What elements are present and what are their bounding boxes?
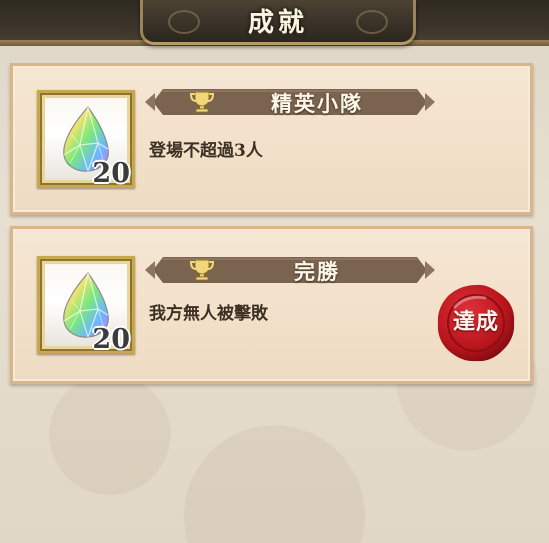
page-title: 成就 [247, 8, 308, 38]
achievement-card[interactable]: 20 精英小隊 登場不超過3人 [10, 63, 533, 215]
reward-item-frame[interactable]: 20 [37, 256, 135, 355]
achievement-name: 完勝 [294, 259, 340, 284]
reward-quantity: 20 [92, 324, 130, 355]
reward-item-frame[interactable]: 20 [37, 90, 135, 189]
achievement-title-ribbon: 精英小隊 [145, 87, 435, 117]
trophy-icon [189, 91, 215, 113]
achievement-description: 我方無人被擊敗 [149, 304, 268, 324]
completed-status-label: 達成 [452, 309, 499, 335]
achievements-screen: 成就 20 精英小隊 登場不超過3人 20 完勝 我方無人被擊敗 達成 [0, 0, 549, 543]
achievement-description: 登場不超過3人 [149, 141, 263, 161]
achievement-title-ribbon: 完勝 [145, 255, 435, 285]
reward-quantity: 20 [92, 158, 130, 189]
achievement-card[interactable]: 20 完勝 我方無人被擊敗 達成 [10, 226, 533, 384]
achievement-name: 精英小隊 [271, 91, 363, 116]
trophy-icon [189, 259, 215, 281]
